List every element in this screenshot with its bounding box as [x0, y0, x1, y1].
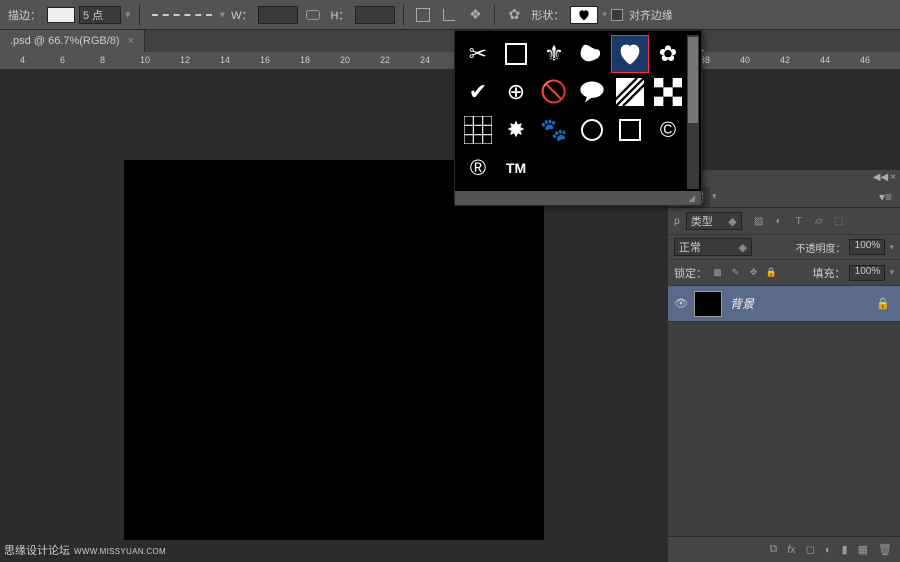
- layer-row[interactable]: 👁 背景 🔒: [668, 286, 900, 322]
- align-edges-label: 对齐边缘: [629, 7, 673, 23]
- shape-crosshair[interactable]: ⊕: [497, 73, 535, 111]
- link-wh-icon[interactable]: [302, 5, 324, 25]
- lock-position-icon[interactable]: ✥: [747, 266, 760, 279]
- align-edges-checkbox[interactable]: [611, 9, 623, 21]
- horizontal-ruler: 4681012141618202224262830323436384042444…: [0, 52, 900, 70]
- shape-paw[interactable]: 🐾: [535, 111, 573, 149]
- heart-icon: [576, 8, 592, 22]
- filter-pixel-icon[interactable]: ▨: [752, 214, 766, 228]
- new-layer-icon[interactable]: ▦: [858, 543, 868, 556]
- filter-type-dropdown[interactable]: 类型◆: [686, 212, 742, 230]
- shape-blob[interactable]: [573, 35, 611, 73]
- shape-picker-popup: ✂ ⚜ ✿ ✔ ⊕ 🚫 ✸ 🐾 © ® TM ◢: [454, 30, 702, 206]
- blend-mode-dropdown[interactable]: 正常◆: [674, 238, 752, 256]
- shape-scrollbar[interactable]: [687, 35, 699, 189]
- height-input[interactable]: [355, 6, 395, 24]
- shape-checker[interactable]: [649, 73, 687, 111]
- shape-heart[interactable]: [611, 35, 649, 73]
- shape-speech[interactable]: [573, 73, 611, 111]
- path-arrange-icon[interactable]: ❖: [464, 5, 486, 25]
- shape-grid[interactable]: [459, 111, 497, 149]
- document-tab[interactable]: .psd @ 66.7%(RGB/8) ×: [0, 30, 145, 52]
- stroke-color-swatch[interactable]: [47, 7, 75, 23]
- width-input[interactable]: [258, 6, 298, 24]
- blend-row: 正常◆ 不透明度： 100% ▾: [668, 234, 900, 260]
- lock-image-icon[interactable]: ✎: [729, 266, 742, 279]
- filter-type-icon[interactable]: T: [792, 214, 806, 228]
- mask-icon[interactable]: ◻: [806, 543, 815, 556]
- shape-square2[interactable]: [611, 111, 649, 149]
- stroke-size-stepper[interactable]: ▾: [125, 8, 131, 21]
- opacity-input[interactable]: 100%: [849, 239, 885, 255]
- opacity-label: 不透明度：: [795, 240, 845, 255]
- filter-shape-icon[interactable]: ▱: [812, 214, 826, 228]
- lock-row: 锁定： ▩ ✎ ✥ 🔒 填充： 100% ▾: [668, 260, 900, 286]
- shape-grid: ✂ ⚜ ✿ ✔ ⊕ 🚫 ✸ 🐾 © ® TM: [455, 31, 701, 191]
- layer-filter-row: ρ 类型◆ ▨ ◐ T ▱ ⬚: [668, 208, 900, 234]
- close-icon[interactable]: ×: [128, 35, 134, 47]
- path-combine-icon[interactable]: [412, 5, 434, 25]
- lock-transparent-icon[interactable]: ▩: [711, 266, 724, 279]
- fill-stepper[interactable]: ▾: [889, 267, 894, 278]
- collapse-icon[interactable]: ◀◀: [873, 172, 888, 184]
- watermark: 思缘设计论坛WWW.MISSYUAN.COM: [4, 542, 166, 558]
- layer-name: 背景: [730, 295, 754, 312]
- resize-grip-icon[interactable]: ◢: [688, 193, 695, 203]
- shape-label: 形状：: [531, 7, 564, 23]
- shape-scissors[interactable]: ✂: [459, 35, 497, 73]
- stroke-size-input[interactable]: [79, 6, 121, 24]
- shape-preset-arrow[interactable]: ▾: [602, 9, 607, 20]
- filter-smart-icon[interactable]: ⬚: [832, 214, 846, 228]
- shape-registered[interactable]: ®: [459, 149, 497, 187]
- shape-flower[interactable]: ✿: [649, 35, 687, 73]
- workspace: ◀◀ × 图层 ▾ ▾≡ ρ 类型◆ ▨ ◐ T ▱ ⬚ 正常◆: [0, 70, 900, 562]
- shape-hatch[interactable]: [611, 73, 649, 111]
- document-tab-row: .psd @ 66.7%(RGB/8) ×: [0, 30, 900, 52]
- lock-all-icon[interactable]: 🔒: [765, 266, 778, 279]
- height-label: H：: [330, 7, 349, 23]
- width-label: W：: [231, 7, 252, 23]
- lock-label: 锁定：: [674, 265, 707, 281]
- group-icon[interactable]: ▮: [842, 543, 848, 556]
- shape-preset-button[interactable]: [570, 6, 598, 24]
- fx-icon[interactable]: fx: [787, 544, 796, 556]
- visibility-icon[interactable]: 👁: [668, 297, 694, 310]
- stroke-style-dropdown[interactable]: [152, 14, 212, 16]
- panel-menu-icon[interactable]: ▾≡: [879, 190, 892, 204]
- shape-fleur[interactable]: ⚜: [535, 35, 573, 73]
- options-bar: 描边： ▾ ▾ W： H： ❖ ✿ 形状： ▾ 对齐边缘: [0, 0, 900, 30]
- link-layers-icon[interactable]: ⧉: [769, 543, 777, 556]
- layers-panel-footer: ⧉ fx ◻ ◐ ▮ ▦ 🗑: [668, 536, 900, 562]
- stroke-style-arrow[interactable]: ▾: [220, 8, 226, 21]
- fill-label: 填充：: [812, 265, 845, 281]
- delete-icon[interactable]: 🗑: [878, 543, 892, 556]
- filter-adjust-icon[interactable]: ◐: [772, 214, 786, 228]
- shape-circle[interactable]: [573, 111, 611, 149]
- layer-thumbnail[interactable]: [694, 291, 722, 317]
- opacity-stepper[interactable]: ▾: [889, 242, 894, 253]
- panel-close-icon[interactable]: ×: [890, 172, 896, 184]
- canvas[interactable]: [124, 160, 544, 540]
- shape-no[interactable]: 🚫: [535, 73, 573, 111]
- stroke-label: 描边：: [8, 7, 41, 23]
- layers-panel: ◀◀ × 图层 ▾ ▾≡ ρ 类型◆ ▨ ◐ T ▱ ⬚ 正常◆: [667, 170, 900, 562]
- shape-tm[interactable]: TM: [497, 149, 535, 187]
- path-align-icon[interactable]: [438, 5, 460, 25]
- lock-icon[interactable]: 🔒: [876, 297, 890, 310]
- shape-copyright[interactable]: ©: [649, 111, 687, 149]
- fill-input[interactable]: 100%: [849, 265, 885, 281]
- adjustment-icon[interactable]: ◐: [825, 544, 832, 556]
- shape-burst[interactable]: ✸: [497, 111, 535, 149]
- layer-list: 👁 背景 🔒: [668, 286, 900, 536]
- shape-check[interactable]: ✔: [459, 73, 497, 111]
- shape-square[interactable]: [497, 35, 535, 73]
- gear-icon[interactable]: ✿: [503, 5, 525, 25]
- document-title: .psd @ 66.7%(RGB/8): [10, 35, 120, 47]
